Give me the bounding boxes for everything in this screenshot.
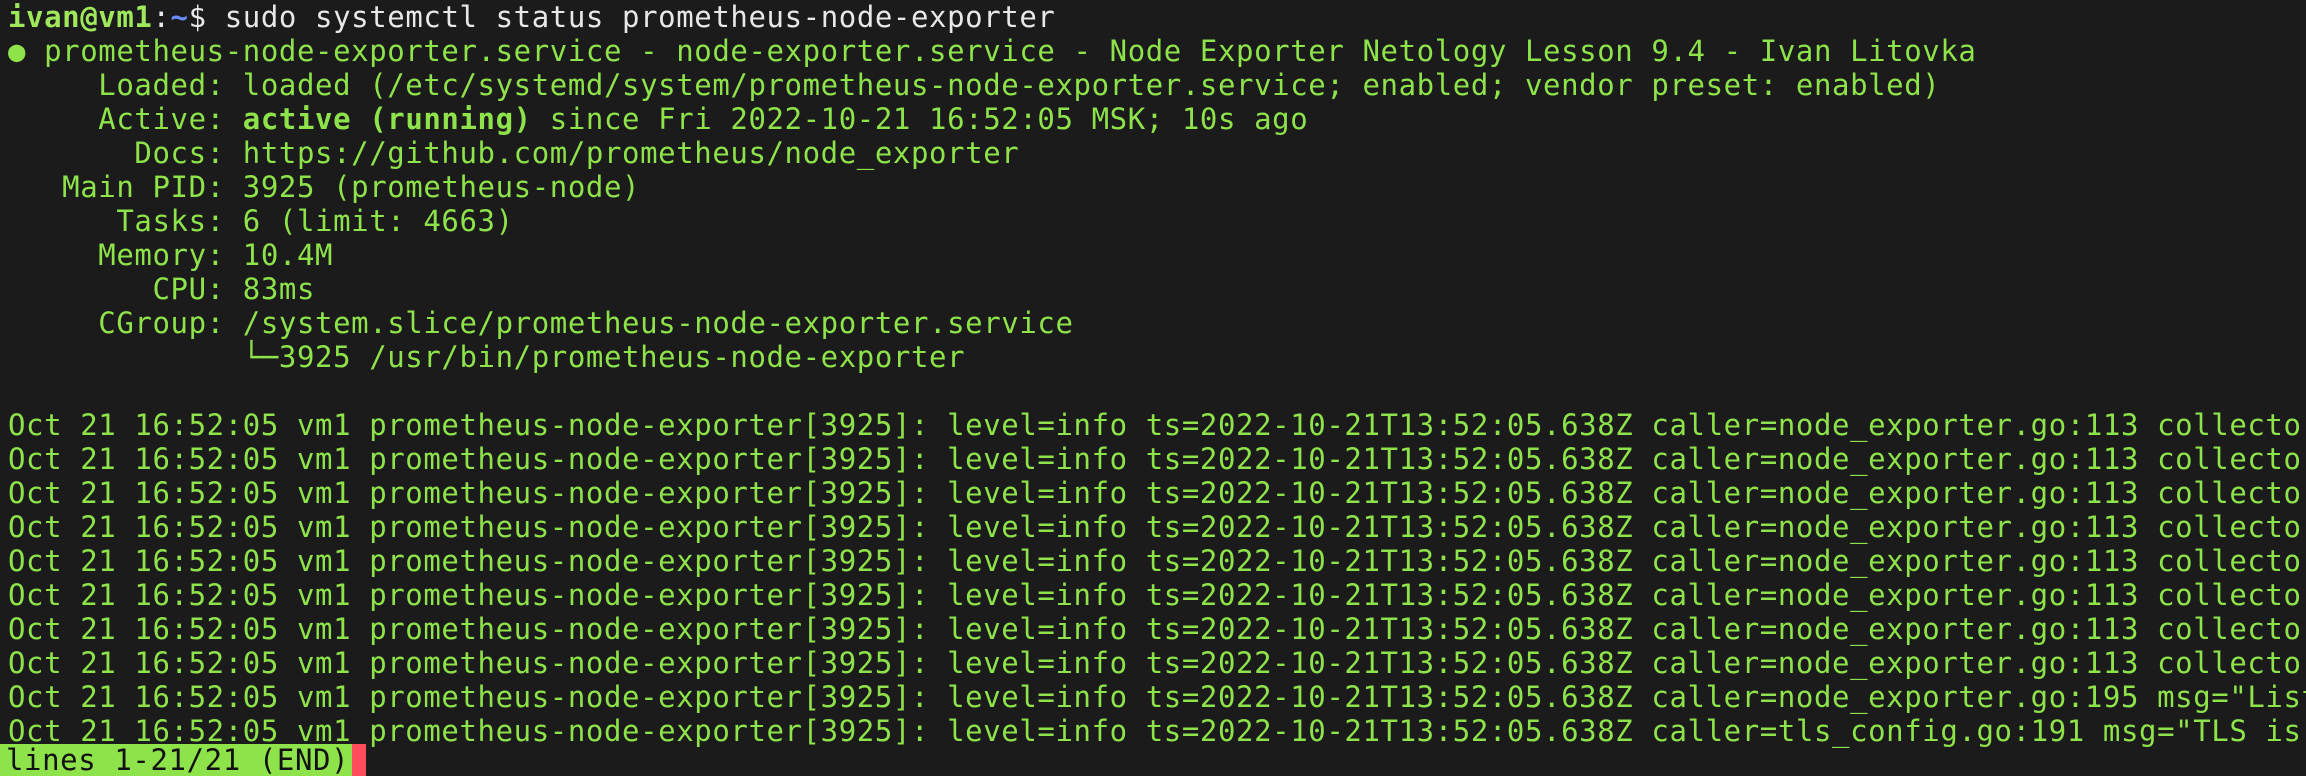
log-line: Oct 21 16:52:05 vm1 prometheus-node-expo… — [8, 578, 2306, 612]
log-line: Oct 21 16:52:05 vm1 prometheus-node-expo… — [8, 544, 2306, 578]
pager-status-bar: lines 1-21/21 (END) — [0, 744, 356, 776]
tasks-line: Tasks: 6 (limit: 4663) — [8, 204, 514, 238]
log-line: Oct 21 16:52:05 vm1 prometheus-node-expo… — [8, 442, 2306, 476]
log-line: Oct 21 16:52:05 vm1 prometheus-node-expo… — [8, 714, 2302, 748]
active-line: Active: active (running) since Fri 2022-… — [8, 102, 1308, 136]
service-title: prometheus-node-exporter.service - node-… — [26, 34, 1977, 68]
log-line: Oct 21 16:52:05 vm1 prometheus-node-expo… — [8, 510, 2306, 544]
log-line: Oct 21 16:52:05 vm1 prometheus-node-expo… — [8, 408, 2306, 442]
active-label: Active: — [8, 102, 243, 136]
active-state: active (running) — [242, 102, 532, 136]
cgroup-line: CGroup: /system.slice/prometheus-node-ex… — [8, 306, 1074, 340]
log-line: Oct 21 16:52:05 vm1 prometheus-node-expo… — [8, 612, 2306, 646]
cgroup-child-line: └─3925 /usr/bin/prometheus-node-exporter — [8, 340, 966, 374]
log-line: Oct 21 16:52:05 vm1 prometheus-node-expo… — [8, 680, 2306, 714]
prompt-path: ~ — [170, 0, 189, 34]
prompt-user-host: ivan@vm1 — [8, 0, 153, 34]
log-line: Oct 21 16:52:05 vm1 prometheus-node-expo… — [8, 646, 2306, 680]
docs-line: Docs: https://github.com/prometheus/node… — [8, 136, 1020, 170]
prompt-symbol: $ — [188, 0, 225, 34]
memory-line: Memory: 10.4M — [8, 238, 334, 272]
log-line: Oct 21 16:52:05 vm1 prometheus-node-expo… — [8, 476, 2306, 510]
loaded-line: Loaded: loaded (/etc/systemd/system/prom… — [8, 68, 1941, 102]
main-pid-line: Main PID: 3925 (prometheus-node) — [8, 170, 641, 204]
prompt-colon: : — [152, 0, 171, 34]
active-since: since Fri 2022-10-21 16:52:05 MSK; 10s a… — [531, 102, 1309, 136]
service-title-line: ● prometheus-node-exporter.service - nod… — [8, 34, 1977, 68]
command-prompt-line: ivan@vm1:~$ sudo systemctl status promet… — [8, 0, 1055, 34]
service-status-dot-icon: ● — [8, 34, 27, 68]
terminal-cursor — [352, 744, 366, 776]
cpu-line: CPU: 83ms — [8, 272, 316, 306]
command-text: sudo systemctl status prometheus-node-ex… — [224, 0, 1056, 34]
terminal-window[interactable]: ivan@vm1:~$ sudo systemctl status promet… — [0, 0, 2306, 776]
